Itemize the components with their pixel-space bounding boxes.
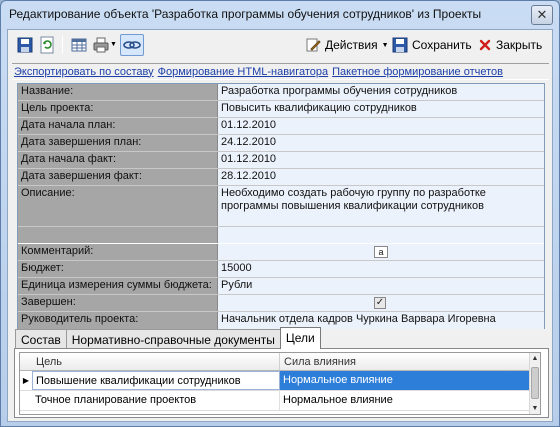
strength-cell[interactable]: Нормальное влияние (280, 371, 530, 390)
property-row-description[interactable]: Описание: Необходимо создать рабочую гру… (18, 186, 544, 227)
goal-cell[interactable]: Точное планирование проектов (32, 391, 280, 410)
goal-cell[interactable]: Повышение квалификации сотрудников (32, 371, 280, 390)
close-button[interactable]: Закрыть (478, 35, 542, 55)
table-icon[interactable] (70, 36, 88, 54)
save-icon (392, 37, 408, 53)
editor-window: Редактирование объекта 'Разработка прогр… (0, 0, 560, 427)
property-value[interactable]: ✓ (218, 295, 544, 311)
print-dropdown-icon[interactable]: ▼ (110, 41, 117, 48)
strength-cell[interactable]: Нормальное влияние (280, 391, 530, 410)
property-value[interactable]: 01.12.2010 (218, 152, 544, 168)
property-label: Дата начала факт: (18, 152, 218, 168)
property-row-budget[interactable]: Бюджет: 15000 (18, 261, 544, 278)
memo-edit-icon[interactable]: a (374, 246, 388, 258)
goals-tab-panel: Цель Сила влияния ▶ Повышение квалификац… (14, 348, 549, 418)
title-bar[interactable]: Редактирование объекта 'Разработка прогр… (1, 1, 559, 29)
tab-goals[interactable]: Цели (279, 327, 321, 349)
property-grid: Название: Разработка программы обучения … (17, 83, 545, 329)
property-row-start-plan[interactable]: Дата начала план: 01.12.2010 (18, 118, 544, 135)
property-label: Бюджет: (18, 261, 218, 277)
property-label: Дата начала план: (18, 118, 218, 134)
property-row-comment-spacer (18, 227, 544, 244)
goals-table: Цель Сила влияния ▶ Повышение квалификац… (19, 352, 541, 415)
completed-checkbox[interactable]: ✓ (374, 297, 386, 309)
property-value[interactable]: 28.12.2010 (218, 169, 544, 185)
property-value[interactable]: Необходимо создать рабочую группу по раз… (218, 186, 544, 226)
property-row-goal[interactable]: Цель проекта: Повысить квалификацию сотр… (18, 101, 544, 118)
property-row-name[interactable]: Название: Разработка программы обучения … (18, 84, 544, 101)
table-row[interactable]: ▶ Повышение квалификации сотрудников Нор… (20, 371, 530, 391)
link-icon[interactable] (120, 34, 144, 56)
toolbar: ▼ Действия ▼ Сохранить Закрыть (8, 30, 552, 60)
property-value[interactable]: 15000 (218, 261, 544, 277)
refresh-icon[interactable] (38, 36, 56, 54)
property-label: Единица измерения суммы бюджета: (18, 278, 218, 294)
links-bar: Экспортировать по составу Формирование H… (12, 63, 549, 80)
property-value[interactable]: 01.12.2010 (218, 118, 544, 134)
property-row-comment[interactable]: Комментарий: a (18, 244, 544, 261)
table-header: Цель Сила влияния (20, 353, 530, 371)
property-label: Дата завершения факт: (18, 169, 218, 185)
window-client-area: ▼ Действия ▼ Сохранить Закрыть Экспортир… (7, 29, 553, 422)
property-label: Дата завершения план: (18, 135, 218, 151)
html-navigator-link[interactable]: Формирование HTML-навигатора (158, 66, 328, 78)
property-label-spacer (18, 227, 218, 243)
row-marker (20, 391, 32, 410)
property-label: Комментарий: (18, 244, 218, 260)
property-row-budget-unit[interactable]: Единица измерения суммы бюджета: Рубли (18, 278, 544, 295)
marker-header (20, 353, 32, 370)
close-icon (479, 39, 491, 51)
property-value-spacer (218, 227, 544, 243)
scroll-up-icon[interactable]: ▲ (530, 353, 540, 364)
tab-reference-documents[interactable]: Нормативно-справочные документы (65, 329, 281, 349)
property-label: Цель проекта: (18, 101, 218, 117)
current-row-marker-icon: ▶ (22, 376, 30, 385)
property-value[interactable]: 24.12.2010 (218, 135, 544, 151)
property-label: Описание: (18, 186, 218, 226)
scroll-thumb[interactable] (531, 367, 539, 399)
window-close-button[interactable]: ✕ (531, 5, 553, 25)
window-title: Редактирование объекта 'Разработка прогр… (9, 7, 482, 21)
actions-icon (306, 38, 321, 52)
property-row-end-plan[interactable]: Дата завершения план: 24.12.2010 (18, 135, 544, 152)
property-value[interactable]: a (218, 244, 544, 260)
tab-composition[interactable]: Состав (15, 329, 67, 349)
property-value[interactable]: Повысить квалификацию сотрудников (218, 101, 544, 117)
column-header-strength[interactable]: Сила влияния (280, 353, 530, 370)
property-row-start-fact[interactable]: Дата начала факт: 01.12.2010 (18, 152, 544, 169)
export-by-composition-link[interactable]: Экспортировать по составу (14, 66, 154, 78)
save-label: Сохранить (412, 38, 472, 52)
toolbar-separator (62, 36, 63, 54)
batch-reports-link[interactable]: Пакетное формирование отчетов (332, 66, 503, 78)
save-button[interactable]: Сохранить (392, 35, 472, 55)
actions-menu-button[interactable]: Действия ▼ (305, 35, 389, 55)
property-value[interactable]: Разработка программы обучения сотруднико… (218, 84, 544, 100)
chevron-down-icon: ▼ (381, 41, 389, 49)
actions-label: Действия (325, 38, 378, 52)
property-label: Завершен: (18, 295, 218, 311)
column-header-goal[interactable]: Цель (32, 353, 280, 370)
property-row-completed[interactable]: Завершен: ✓ (18, 295, 544, 312)
print-icon[interactable] (92, 36, 110, 54)
detail-tabs: Состав Нормативно-справочные документы Ц… (15, 327, 321, 349)
vertical-scrollbar[interactable]: ▲ ▼ (529, 353, 540, 414)
property-label: Название: (18, 84, 218, 100)
scroll-down-icon[interactable]: ▼ (530, 403, 540, 414)
property-value[interactable]: Рубли (218, 278, 544, 294)
property-row-end-fact[interactable]: Дата завершения факт: 28.12.2010 (18, 169, 544, 186)
table-row[interactable]: Точное планирование проектов Нормальное … (20, 391, 530, 411)
close-label: Закрыть (496, 38, 543, 52)
save-icon[interactable] (16, 36, 34, 54)
